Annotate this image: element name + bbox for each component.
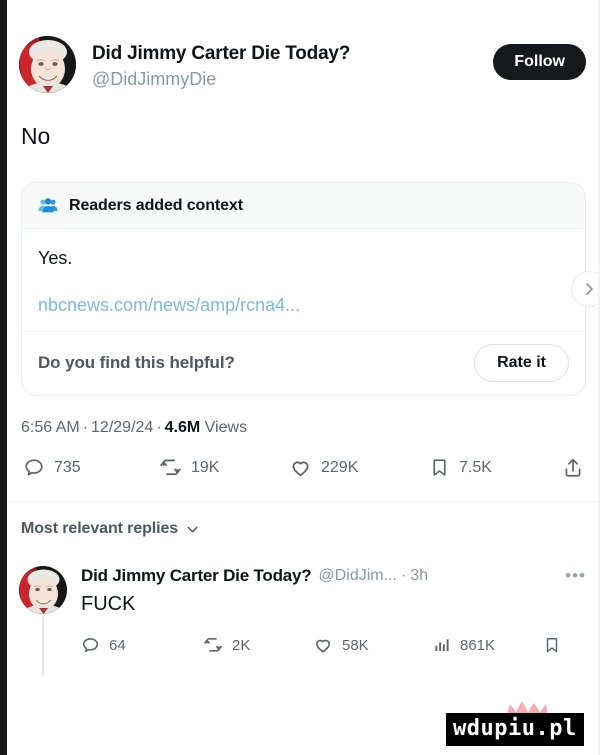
thread-connector-line — [42, 616, 44, 676]
heart-icon — [313, 635, 333, 655]
community-note: Readers added context Yes. nbcnews.com/n… — [21, 182, 600, 396]
reply-avatar-wrap — [19, 566, 67, 676]
bookmark-action[interactable]: 7.5K — [429, 457, 492, 478]
heart-icon — [289, 456, 312, 479]
community-note-footer: Do you find this helpful? Rate it — [22, 331, 585, 395]
reply-action[interactable]: 735 — [23, 457, 159, 479]
post-header: Did Jimmy Carter Die Today? @DidJimmyDie… — [7, 0, 600, 93]
reply-like-action[interactable]: 58K — [313, 635, 433, 655]
jimmy-carter-avatar[interactable] — [19, 566, 67, 614]
reply-separator: · — [400, 567, 407, 584]
reply-like-count: 58K — [342, 636, 369, 654]
left-edge-bar — [0, 0, 7, 755]
bookmark-count: 7.5K — [459, 458, 492, 476]
reply-text: FUCK — [81, 593, 136, 615]
views-count: 4.6M — [164, 419, 201, 436]
bookmark-icon — [429, 457, 450, 478]
views-bar-icon — [433, 636, 451, 654]
share-icon — [562, 457, 584, 479]
reply-reply-action[interactable]: 64 — [81, 636, 203, 655]
author-name-block: Did Jimmy Carter Die Today? @DidJimmyDie — [92, 36, 493, 91]
share-action[interactable] — [562, 457, 584, 479]
meta-separator-1: · — [82, 419, 89, 436]
post-meta: 6:56 AM · 12/29/24 · 4.6M Views — [7, 396, 600, 438]
replies-sort-control[interactable]: Most relevant replies — [7, 502, 600, 538]
views-label: Views — [204, 419, 248, 436]
reply-retweet-action[interactable]: 2K — [203, 635, 313, 655]
community-note-text: Yes. — [38, 248, 73, 268]
reply-display-name[interactable]: Did Jimmy Carter Die Today? — [81, 566, 312, 586]
reply-timestamp: 3h — [410, 567, 429, 584]
retweet-count: 19K — [191, 458, 220, 476]
retweet-icon — [159, 456, 182, 479]
reply-views-action[interactable]: 861K — [433, 636, 543, 654]
reply-bookmark-action[interactable] — [543, 636, 600, 654]
chevron-right-icon[interactable] — [571, 271, 600, 307]
community-note-source-link[interactable]: nbcnews.com/news/amp/rcna4... — [38, 294, 569, 316]
helpful-question-label: Do you find this helpful? — [38, 353, 235, 372]
more-dots-icon[interactable]: ••• — [555, 566, 586, 586]
jimmy-carter-avatar[interactable] — [19, 36, 76, 93]
rate-it-button[interactable]: Rate it — [474, 344, 569, 382]
readers-group-icon — [38, 196, 58, 216]
meta-separator-2: · — [156, 419, 162, 436]
tweet-detail-page: Did Jimmy Carter Die Today? @DidJimmyDie… — [7, 0, 600, 755]
reply-reply-count: 64 — [109, 636, 126, 654]
follow-button[interactable]: Follow — [493, 44, 586, 80]
like-count: 229K — [321, 458, 359, 476]
reply-views-count: 861K — [460, 636, 496, 654]
watermark: wdupiu.pl — [446, 713, 584, 746]
community-note-body: Yes. nbcnews.com/news/amp/rcna4... — [22, 229, 585, 331]
chevron-down-icon — [185, 522, 200, 537]
author-handle[interactable]: @DidJimmyDie — [92, 67, 493, 91]
reply-item: Did Jimmy Carter Die Today? @DidJim... ·… — [7, 538, 600, 676]
post-text: No — [21, 123, 51, 149]
retweet-icon — [203, 635, 223, 655]
reply-count: 735 — [54, 458, 81, 476]
reply-icon — [81, 636, 100, 655]
replies-sort-label: Most relevant replies — [21, 520, 179, 537]
reply-action-bar: 64 2K 58K 861K — [81, 635, 586, 655]
bookmark-icon — [543, 636, 561, 654]
post-action-bar: 735 19K 229K 7.5K — [7, 438, 600, 479]
community-note-title: Readers added context — [69, 197, 243, 214]
post-time: 6:56 AM — [21, 419, 80, 436]
retweet-action[interactable]: 19K — [159, 456, 289, 479]
reply-content: Did Jimmy Carter Die Today? @DidJim... ·… — [81, 566, 586, 655]
reply-icon — [23, 457, 45, 479]
post-date: 12/29/24 — [91, 419, 154, 436]
author-display-name[interactable]: Did Jimmy Carter Die Today? — [92, 42, 493, 65]
reply-retweet-count: 2K — [232, 636, 251, 654]
reply-handle[interactable]: @DidJim... — [318, 567, 396, 585]
like-action[interactable]: 229K — [289, 456, 429, 479]
community-note-header: Readers added context — [22, 183, 585, 229]
reply-headline: Did Jimmy Carter Die Today? @DidJim... ·… — [81, 566, 586, 586]
